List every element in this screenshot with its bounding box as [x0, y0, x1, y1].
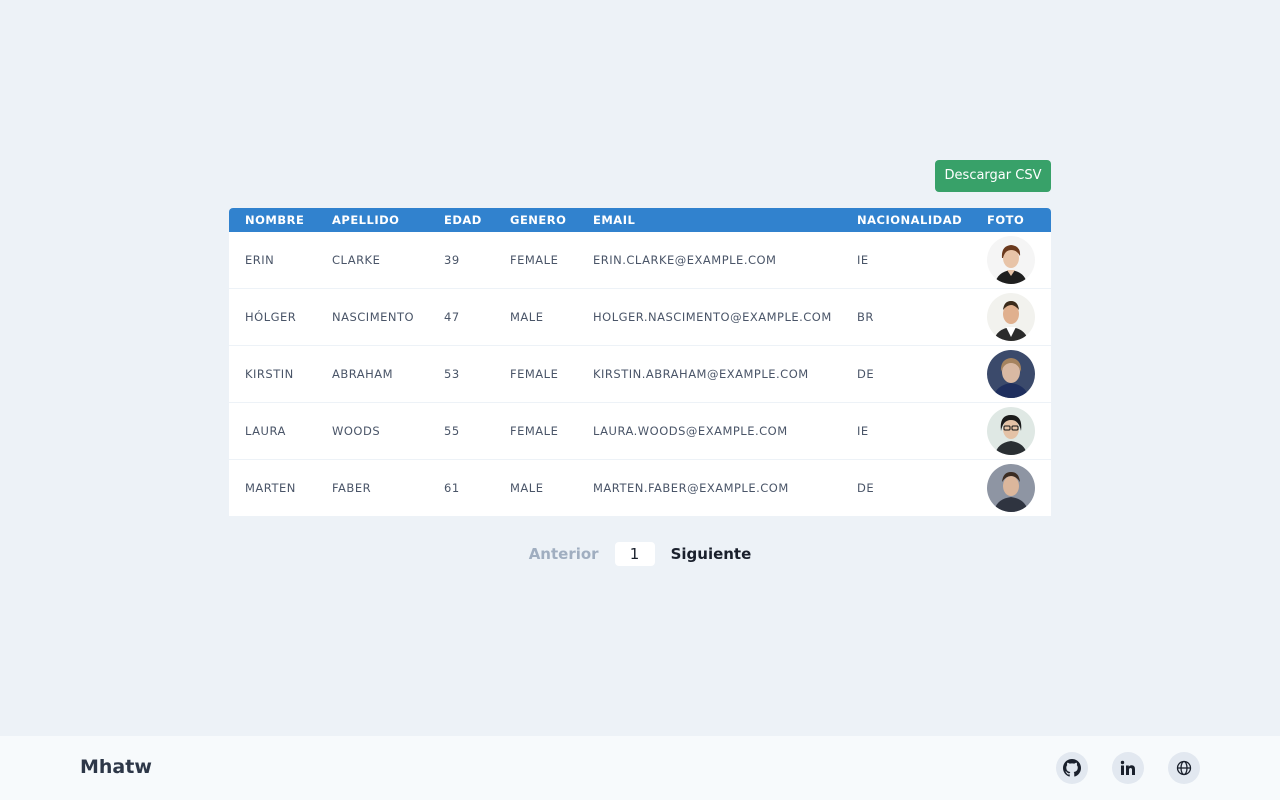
table-row: HÓLGER NASCIMENTO 47 MALE HOLGER.NASCIME… [229, 288, 1051, 346]
column-header-nombre[interactable]: NOMBRE [229, 208, 316, 232]
cell-nacionalidad: DE [857, 481, 875, 495]
cell-nombre: HÓLGER [229, 288, 316, 346]
cell-nacionalidad: IE [841, 402, 971, 460]
column-header-edad[interactable]: EDAD [428, 208, 494, 232]
footer: Mhatw [0, 736, 1280, 800]
users-table-container: NOMBRE APELLIDO EDAD GENERO EMAIL NACION… [229, 208, 1051, 516]
globe-icon [1176, 760, 1192, 776]
cell-apellido: CLARKE [316, 232, 428, 289]
cell-foto [971, 288, 1051, 346]
github-link[interactable] [1056, 752, 1088, 784]
table-row: KIRSTIN ABRAHAM 53 FEMALE KIRSTIN.ABRAHA… [229, 345, 1051, 403]
linkedin-link[interactable] [1112, 752, 1144, 784]
avatar [987, 293, 1035, 341]
table-row: ERIN CLARKE 39 FEMALE ERIN.CLARKE@EXAMPL… [229, 232, 1051, 289]
cell-edad: 47 [428, 288, 494, 346]
github-icon [1063, 759, 1081, 777]
cell-nacionalidad: IE [841, 232, 971, 289]
linkedin-icon [1120, 760, 1136, 776]
cell-nombre: MARTEN [245, 481, 296, 495]
column-header-foto: FOTO [987, 213, 1025, 227]
cell-email: ERIN.CLARKE@EXAMPLE.COM [577, 232, 841, 289]
cell-nacionalidad: BR [841, 288, 971, 346]
cell-genero: FEMALE [494, 345, 577, 403]
cell-apellido: NASCIMENTO [316, 288, 428, 346]
avatar [987, 464, 1035, 512]
cell-email: KIRSTIN.ABRAHAM@EXAMPLE.COM [577, 345, 841, 403]
table-header-row: NOMBRE APELLIDO EDAD GENERO EMAIL NACION… [229, 208, 1051, 232]
cell-foto [971, 232, 1051, 289]
table-row: LAURA WOODS 55 FEMALE LAURA.WOODS@EXAMPL… [229, 402, 1051, 460]
cell-foto [971, 402, 1051, 460]
column-header-genero[interactable]: GENERO [494, 208, 577, 232]
cell-genero: FEMALE [494, 232, 577, 289]
table-row: MARTEN FABER 61 MALE MARTEN.FABER@EXAMPL… [229, 460, 1051, 517]
cell-apellido: WOODS [316, 402, 428, 460]
cell-edad: 61 [444, 481, 460, 495]
avatar [987, 350, 1035, 398]
download-csv-button[interactable]: Descargar CSV [935, 160, 1051, 192]
cell-foto [971, 345, 1051, 403]
cell-genero: FEMALE [494, 402, 577, 460]
cell-edad: 55 [428, 402, 494, 460]
current-page-indicator: 1 [614, 542, 655, 566]
cell-nombre: KIRSTIN [229, 345, 316, 403]
column-header-apellido[interactable]: APELLIDO [316, 208, 428, 232]
cell-apellido: FABER [332, 481, 372, 495]
cell-email: HOLGER.NASCIMENTO@EXAMPLE.COM [577, 288, 841, 346]
website-link[interactable] [1168, 752, 1200, 784]
cell-genero: MALE [510, 481, 544, 495]
next-page-button[interactable]: Siguiente [671, 545, 752, 563]
previous-page-button[interactable]: Anterior [529, 545, 599, 563]
main-content: Descargar CSV NOMBRE APELLIDO EDAD GENER… [0, 0, 1280, 736]
brand-name[interactable]: Mhatw [80, 756, 152, 778]
column-header-email[interactable]: EMAIL [577, 208, 841, 232]
cell-email: LAURA.WOODS@EXAMPLE.COM [577, 402, 841, 460]
cell-nombre: LAURA [229, 402, 316, 460]
avatar [987, 407, 1035, 455]
cell-foto [971, 460, 1051, 517]
cell-email: MARTEN.FABER@EXAMPLE.COM [593, 481, 789, 495]
cell-edad: 53 [428, 345, 494, 403]
avatar [987, 236, 1035, 284]
cell-edad: 39 [428, 232, 494, 289]
cell-genero: MALE [494, 288, 577, 346]
cell-apellido: ABRAHAM [316, 345, 428, 403]
column-header-nacionalidad[interactable]: NACIONALIDAD [841, 208, 971, 232]
cell-nacionalidad: DE [841, 345, 971, 403]
users-table: NOMBRE APELLIDO EDAD GENERO EMAIL NACION… [229, 208, 1051, 516]
pagination: Anterior 1 Siguiente [0, 542, 1280, 566]
cell-nombre: ERIN [229, 232, 316, 289]
